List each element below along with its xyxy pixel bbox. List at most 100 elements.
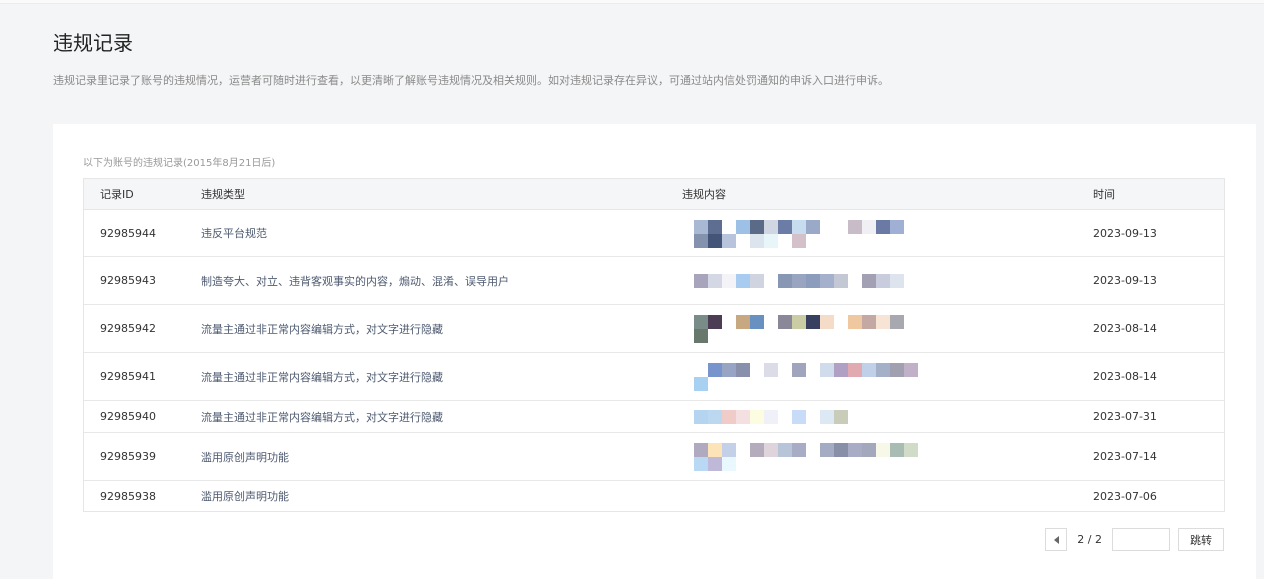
mosaic-cell [694,457,708,471]
mosaic-cell [694,329,708,343]
mosaic-cell [876,363,890,377]
mosaic-cell [792,219,806,234]
mosaic-cell [694,410,708,424]
mosaic-cell [750,443,764,457]
mosaic-cell [764,274,778,288]
mosaic-cell [848,443,862,457]
mosaic-cell [722,410,736,424]
table-row: 92985942 流量主通过非正常内容编辑方式，对文字进行隐藏 2023-08-14 [84,305,1224,353]
mosaic-cell [750,315,764,329]
mosaic-cell [904,363,918,377]
redacted-content-mosaic [694,363,918,391]
mosaic-cell [736,274,750,288]
mosaic-cell [806,274,820,288]
mosaic-cell [722,315,736,329]
mosaic-cell [792,363,806,377]
record-time: 2023-08-14 [1093,370,1157,383]
mosaic-cell [834,443,848,457]
mosaic-cell [736,233,750,248]
mosaic-cell [778,410,792,424]
mosaic-cell [820,219,834,234]
mosaic-cell [806,363,820,377]
mosaic-cell [890,219,904,234]
violation-content [682,210,1077,256]
mosaic-cell [820,363,834,377]
redacted-content-mosaic [694,219,918,248]
mosaic-cell [708,410,722,424]
mosaic-cell [820,315,834,329]
prev-page-button[interactable] [1045,528,1068,551]
table-row: 92985940 流量主通过非正常内容编辑方式，对文字进行隐藏 2023-07-31 [84,401,1224,433]
violation-type: 制造夸大、对立、违背客观事实的内容，煽动、混淆、误导用户 [201,274,509,288]
mosaic-cell [848,219,862,234]
mosaic-cell [778,363,792,377]
redacted-content-mosaic [694,443,918,471]
top-divider [0,0,1264,4]
mosaic-cell [694,315,708,329]
mosaic-cell [708,443,722,457]
mosaic-cell [764,443,778,457]
mosaic-cell [834,219,848,234]
mosaic-cell [792,410,806,424]
mosaic-cell [820,443,834,457]
records-card: 以下为账号的违规记录(2015年8月21日后) 记录ID 违规类型 违规内容 时… [53,124,1256,579]
page-number-input[interactable] [1112,528,1170,551]
mosaic-cell [736,315,750,329]
mosaic-cell [862,219,876,234]
mosaic-cell [806,219,820,234]
mosaic-cell [848,274,862,288]
table-row: 92985941 流量主通过非正常内容编辑方式，对文字进行隐藏 2023-08-14 [84,353,1224,401]
record-id: 92985939 [100,450,156,463]
violation-type: 违反平台规范 [201,227,267,240]
mosaic-cell [708,363,722,377]
violation-type: 流量主通过非正常内容编辑方式，对文字进行隐藏 [201,370,443,384]
record-id: 92985941 [100,370,156,383]
mosaic-cell [904,315,918,329]
table-caption: 以下为账号的违规记录(2015年8月21日后) [83,158,276,169]
mosaic-cell [722,274,736,288]
violation-content [682,305,1077,352]
mosaic-cell [848,410,862,424]
violation-type: 流量主通过非正常内容编辑方式，对文字进行隐藏 [201,410,443,424]
violation-content [682,401,1077,432]
mosaic-cell [736,219,750,234]
mosaic-cell [862,274,876,288]
mosaic-cell [694,274,708,288]
table-row: 92985939 滥用原创声明功能 2023-07-14 [84,433,1224,481]
table-row: 92985944 违反平台规范 2023-09-13 [84,210,1224,257]
table-body: 92985944 违反平台规范 2023-09-13 92985943 制造夸大、对立、… [84,210,1224,511]
page-description: 违规记录里记录了账号的违规情况，运营者可随时进行查看，以更清晰了解账号违规情况及… [53,74,889,87]
mosaic-cell [876,315,890,329]
violation-type: 流量主通过非正常内容编辑方式，对文字进行隐藏 [201,322,443,336]
mosaic-cell [708,274,722,288]
redacted-content-mosaic [694,410,918,424]
mosaic-cell [792,443,806,457]
table-row: 92985938 滥用原创声明功能 2023-07-06 [84,481,1224,511]
record-time: 2023-07-06 [1093,489,1157,503]
record-id: 92985940 [100,410,156,423]
mosaic-cell [806,315,820,329]
mosaic-cell [848,363,862,377]
header-id: 记录ID [100,188,134,201]
mosaic-cell [862,315,876,329]
mosaic-cell [694,233,708,248]
mosaic-cell [820,410,834,424]
record-time: 2023-07-31 [1093,410,1157,423]
mosaic-cell [708,233,722,248]
mosaic-cell [778,219,792,234]
mosaic-cell [904,274,918,288]
mosaic-cell [904,443,918,457]
mosaic-cell [806,443,820,457]
record-id: 92985942 [100,322,156,335]
violation-content [682,433,1077,480]
page-indicator: 2 / 2 [1077,533,1102,546]
record-time: 2023-08-14 [1093,322,1157,335]
mosaic-cell [708,219,722,234]
jump-button[interactable]: 跳转 [1178,528,1224,551]
mosaic-cell [848,315,862,329]
mosaic-cell [820,274,834,288]
violation-content [682,257,1077,304]
mosaic-cell [708,315,722,329]
mosaic-cell [750,233,764,248]
header-type: 违规类型 [201,188,245,201]
